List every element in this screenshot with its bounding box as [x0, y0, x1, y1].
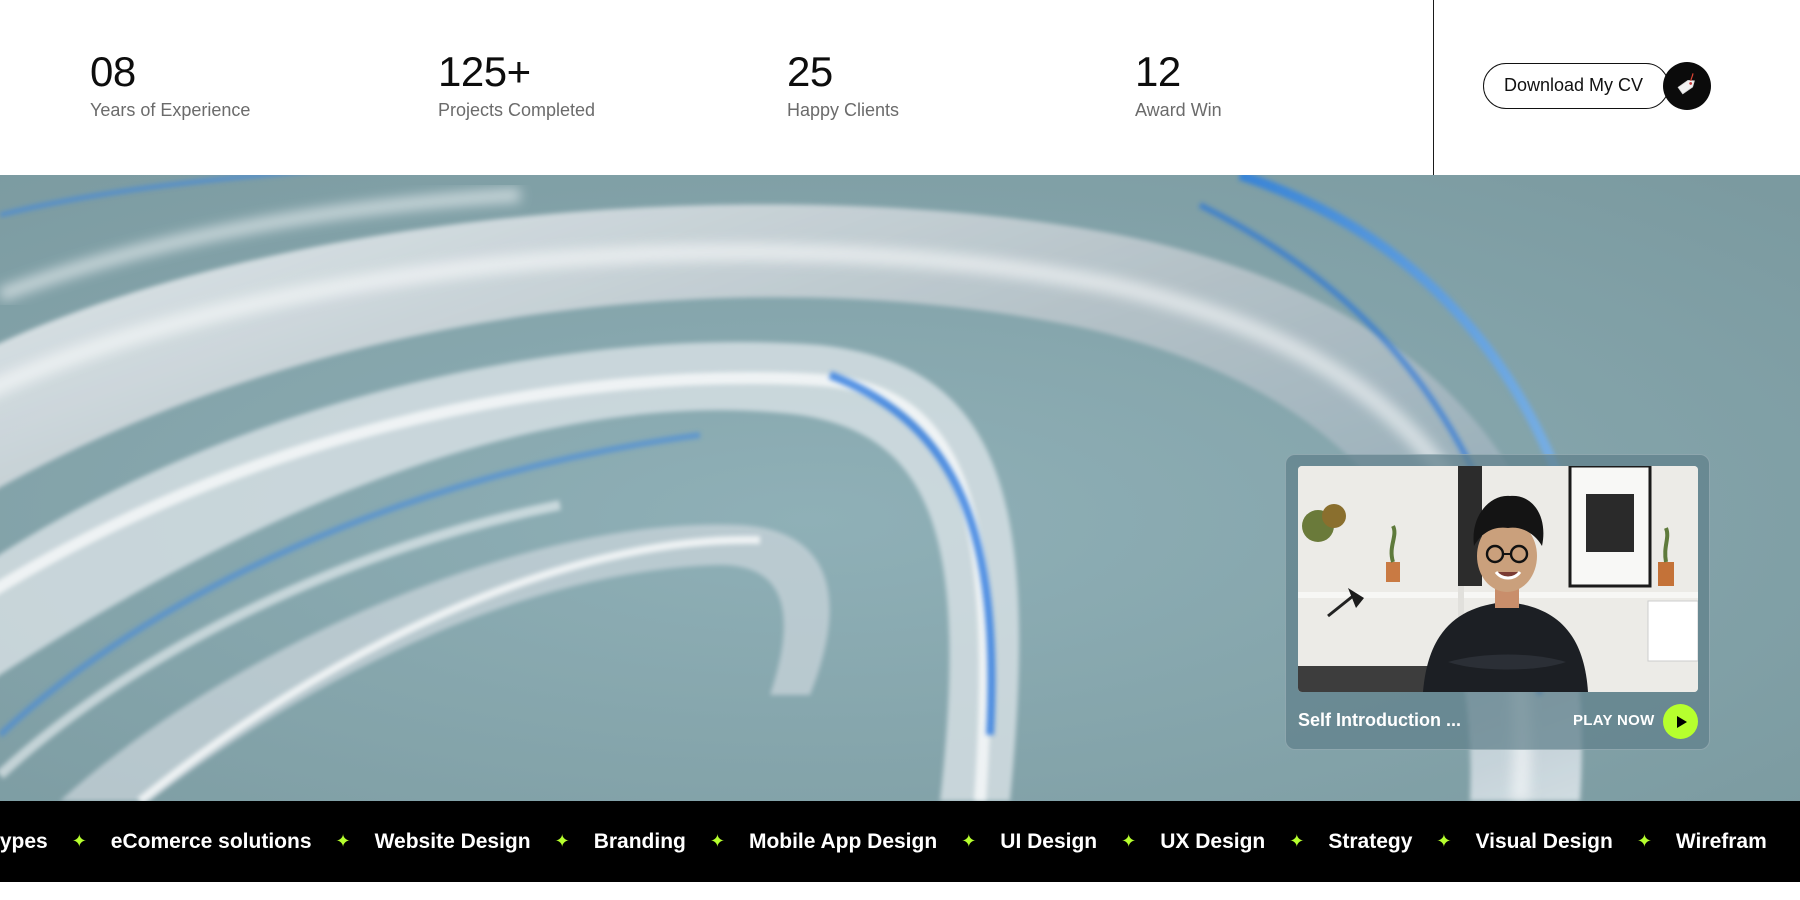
hero-banner: Self Introduction ... PLAY NOW	[0, 175, 1800, 801]
stat-projects: 125+ Projects Completed	[438, 48, 595, 122]
marquee-track: rototypes ✦ eComerce solutions ✦ Website…	[0, 801, 1767, 882]
marquee-item: rototypes	[0, 829, 48, 853]
star-separator-icon: ✦	[1436, 831, 1452, 851]
play-icon[interactable]	[1663, 704, 1698, 739]
marquee-item: Website Design	[374, 829, 531, 853]
stat-experience: 08 Years of Experience	[90, 48, 250, 122]
star-separator-icon: ✦	[1121, 831, 1137, 851]
stat-label: Projects Completed	[438, 100, 596, 120]
star-separator-icon: ✦	[709, 831, 725, 851]
services-marquee: rototypes ✦ eComerce solutions ✦ Website…	[0, 801, 1800, 882]
stat-label: Years of Experience	[90, 100, 251, 120]
stat-label: Award Win	[1135, 100, 1222, 120]
marquee-item: Mobile App Design	[748, 829, 938, 853]
bottom-strip	[0, 882, 1800, 900]
stats-bar: 08 Years of Experience 125+ Projects Com…	[0, 0, 1800, 175]
stat-value: 08	[90, 48, 136, 95]
video-card[interactable]: Self Introduction ... PLAY NOW	[1285, 454, 1710, 750]
stat-value: 125+	[438, 48, 531, 95]
star-separator-icon: ✦	[554, 831, 570, 851]
stat-awards: 12 Award Win	[1135, 48, 1222, 122]
download-tag-icon[interactable]	[1663, 62, 1711, 110]
download-cv-button[interactable]: Download My CV	[1483, 63, 1669, 109]
person-portrait-image	[1298, 466, 1698, 692]
vertical-divider	[1433, 0, 1434, 175]
marquee-item: UI Design	[1000, 829, 1098, 853]
stat-value: 25	[787, 48, 833, 95]
marquee-item: Wirefram	[1675, 829, 1767, 853]
star-separator-icon: ✦	[961, 831, 977, 851]
marquee-item: Visual Design	[1475, 829, 1613, 853]
play-now-link[interactable]: PLAY NOW	[1573, 712, 1655, 729]
marquee-item: Branding	[593, 829, 686, 853]
video-title: Self Introduction ...	[1298, 710, 1461, 730]
marquee-item: UX Design	[1160, 829, 1266, 853]
star-separator-icon: ✦	[1636, 831, 1652, 851]
marquee-item: eComerce solutions	[110, 829, 312, 853]
star-separator-icon: ✦	[71, 831, 87, 851]
video-thumbnail[interactable]	[1298, 466, 1698, 692]
stat-label: Happy Clients	[787, 100, 900, 120]
marquee-item: Strategy	[1328, 829, 1413, 853]
stat-value: 12	[1135, 48, 1181, 95]
stat-clients: 25 Happy Clients	[787, 48, 899, 122]
star-separator-icon: ✦	[1289, 831, 1305, 851]
star-separator-icon: ✦	[335, 831, 351, 851]
